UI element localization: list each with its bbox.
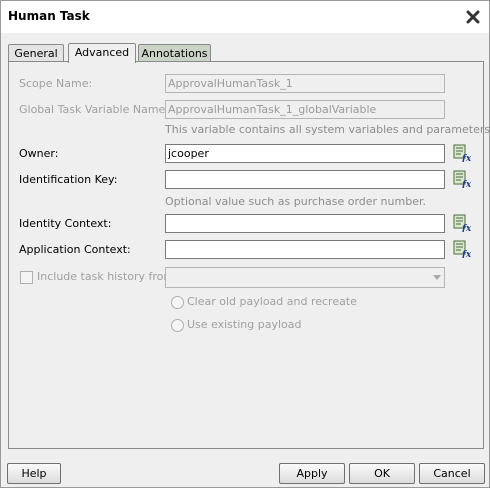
include-history-label: Include task history from: [37, 270, 178, 283]
global-variable-field: ApprovalHumanTask_1_globalVariable [165, 100, 445, 119]
owner-label: Owner: [19, 147, 59, 160]
svg-text:fx: fx [461, 154, 471, 162]
human-task-dialog: Human Task General Advanced Annotations … [0, 0, 490, 488]
expression-builder-icon: fx [453, 214, 472, 234]
close-icon [466, 10, 480, 24]
close-button[interactable] [463, 7, 483, 27]
identity-context-label: Identity Context: [19, 217, 112, 230]
identification-key-expression-button[interactable]: fx [453, 170, 472, 190]
global-variable-hint: This variable contains all system variab… [165, 123, 490, 136]
apply-button[interactable]: Apply [279, 463, 345, 484]
title-bar: Human Task [1, 1, 489, 33]
application-context-field[interactable] [165, 240, 445, 259]
include-history-checkbox[interactable] [20, 271, 33, 284]
identification-key-label: Identification Key: [19, 173, 118, 186]
identification-key-hint: Optional value such as purchase order nu… [165, 195, 426, 208]
existing-payload-radio[interactable] [171, 319, 184, 332]
cancel-button[interactable]: Cancel [419, 463, 485, 484]
svg-text:fx: fx [461, 180, 471, 188]
tab-strip: General Advanced Annotations [8, 43, 484, 63]
tab-annotations[interactable]: Annotations [138, 44, 211, 62]
existing-payload-label: Use existing payload [187, 318, 302, 331]
include-history-select[interactable] [165, 267, 445, 288]
global-variable-label: Global Task Variable Name: [19, 103, 170, 116]
svg-text:fx: fx [461, 250, 471, 258]
advanced-panel: Scope Name: ApprovalHumanTask_1 Global T… [8, 61, 490, 449]
identification-key-field[interactable] [165, 170, 445, 189]
ok-button[interactable]: OK [349, 463, 415, 484]
tab-advanced[interactable]: Advanced [68, 43, 136, 63]
expression-builder-icon: fx [453, 144, 472, 164]
svg-text:fx: fx [461, 224, 471, 232]
scope-name-label: Scope Name: [19, 77, 93, 90]
owner-expression-button[interactable]: fx [453, 144, 472, 164]
clear-payload-label: Clear old payload and recreate [187, 295, 357, 308]
help-button[interactable]: Help [7, 463, 61, 484]
scope-name-field: ApprovalHumanTask_1 [165, 74, 445, 93]
dialog-title: Human Task [8, 9, 90, 23]
identity-context-expression-button[interactable]: fx [453, 214, 472, 234]
clear-payload-radio[interactable] [171, 296, 184, 309]
expression-builder-icon: fx [453, 170, 472, 190]
application-context-expression-button[interactable]: fx [453, 240, 472, 260]
chevron-down-icon [433, 275, 441, 280]
expression-builder-icon: fx [453, 240, 472, 260]
identity-context-field[interactable] [165, 214, 445, 233]
owner-field[interactable]: jcooper [165, 144, 445, 163]
application-context-label: Application Context: [19, 243, 131, 256]
tab-general[interactable]: General [8, 44, 64, 62]
